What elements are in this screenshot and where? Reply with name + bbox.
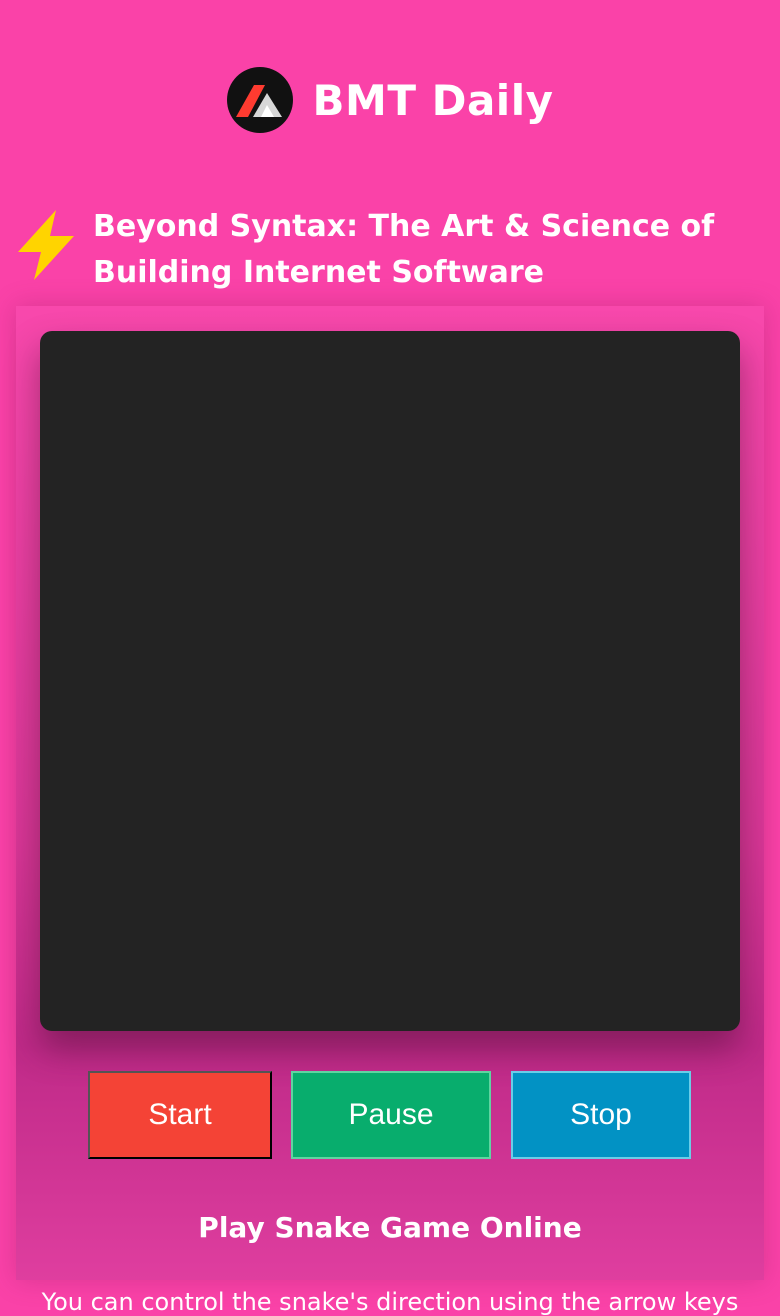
headline-title[interactable]: Beyond Syntax: The Art & Science of Buil… (93, 204, 714, 296)
game-controls: Start Pause Stop (0, 1071, 780, 1159)
game-description: You can control the snake's direction us… (41, 1288, 739, 1316)
start-button[interactable]: Start (88, 1071, 272, 1159)
stop-button[interactable]: Stop (511, 1071, 691, 1159)
headline-line-1: Beyond Syntax: The Art & Science of (93, 209, 715, 244)
headline-link[interactable]: Beyond Syntax: The Art & Science of Buil… (16, 206, 756, 296)
game-title: Play Snake Game Online (198, 1210, 582, 1244)
bmt-logo-mark (235, 85, 282, 117)
snake-game-canvas[interactable] (40, 331, 740, 1031)
site-header: BMT Daily (0, 66, 780, 134)
bmt-logo-icon[interactable] (226, 67, 293, 133)
lightning-bolt-icon (18, 210, 74, 280)
headline-line-2: Building Internet Software (93, 255, 545, 290)
pause-button[interactable]: Pause (291, 1071, 491, 1159)
site-name[interactable]: BMT Daily (313, 76, 554, 125)
